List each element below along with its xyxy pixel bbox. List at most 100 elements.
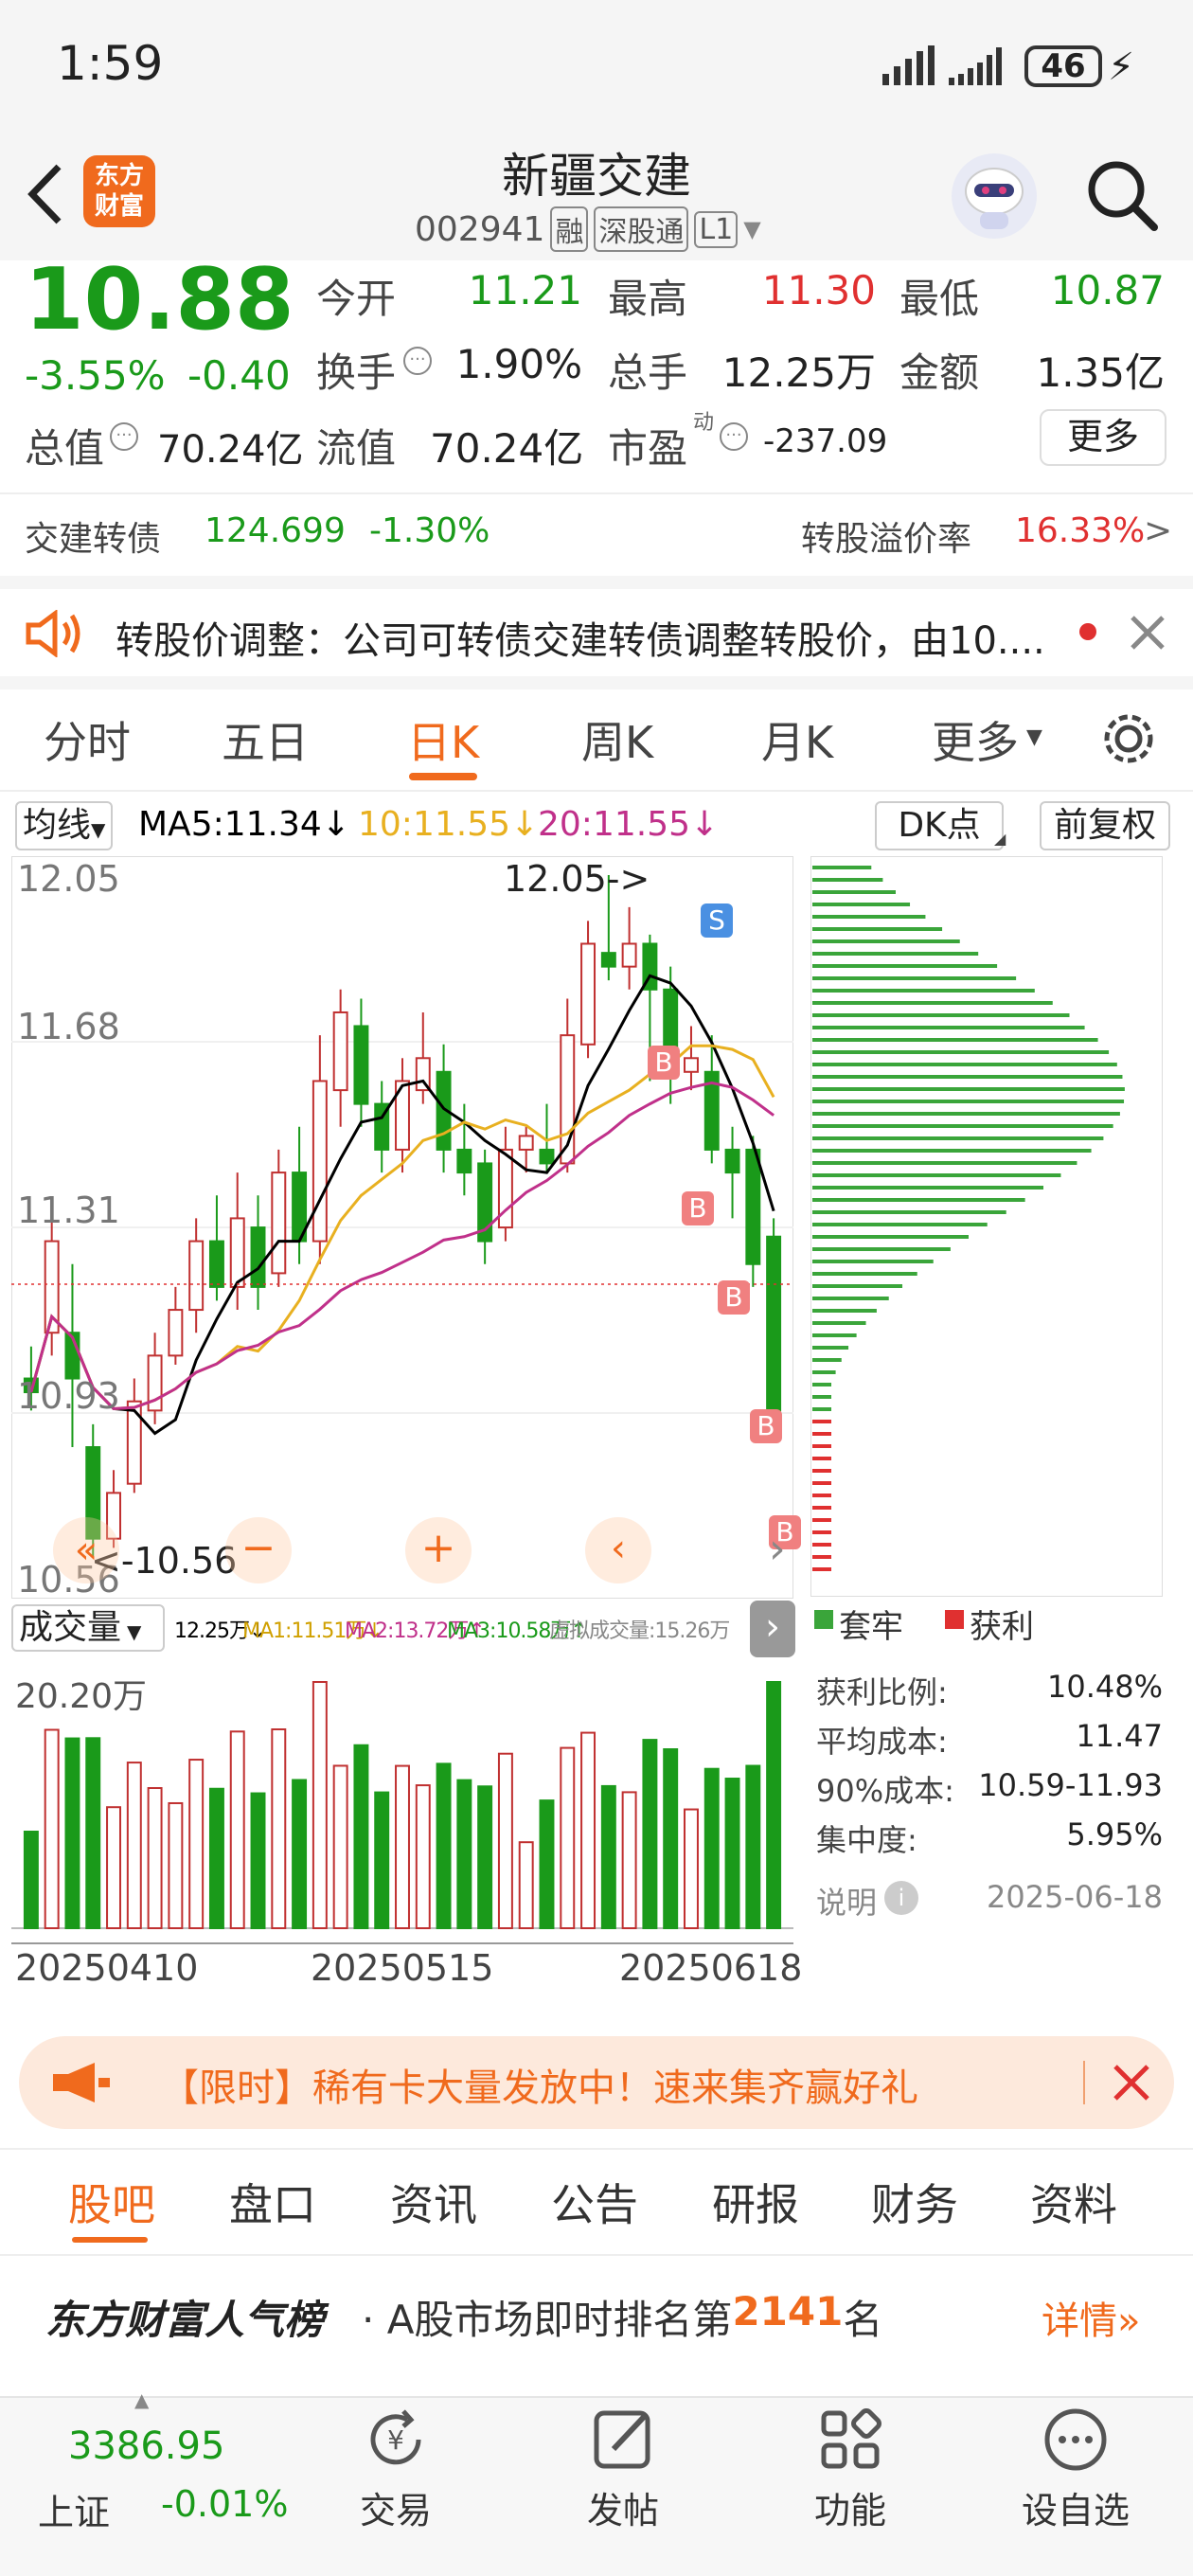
megaphone-icon bbox=[51, 2061, 112, 2104]
pe-label: 市盈 bbox=[608, 425, 688, 472]
zoom-in-button[interactable]: + bbox=[405, 1517, 472, 1583]
buy-marker[interactable]: B bbox=[648, 1046, 680, 1080]
notice-bar[interactable]: 转股价调整：公司可转债交建转债调整转股价，由10.... bbox=[0, 576, 1193, 689]
buy-marker[interactable]: B bbox=[718, 1280, 750, 1315]
volume-bar bbox=[395, 1764, 410, 1930]
volume-value: 12.25万 bbox=[721, 349, 876, 396]
chip-bar bbox=[812, 1198, 1025, 1202]
tab-profile[interactable]: 资料 bbox=[1030, 2171, 1117, 2233]
chip-bar bbox=[812, 878, 883, 882]
promo-banner[interactable]: 【限时】稀有卡大量发放中！速来集齐赢好礼 bbox=[19, 2036, 1174, 2129]
chip-bar bbox=[812, 1333, 857, 1337]
rank-prefix: · A股市场即时排名第 bbox=[362, 2297, 733, 2343]
dk-point-button[interactable]: DK点 bbox=[875, 801, 1004, 850]
chip-value: 10.48% bbox=[1046, 1669, 1163, 1705]
stock-code-row[interactable]: 002941 融 深股通 L1 ▼ bbox=[415, 206, 761, 252]
signal-icon-2 bbox=[947, 45, 1013, 87]
tab-monthly-k[interactable]: 月K bbox=[761, 708, 833, 771]
chip-bar bbox=[812, 1457, 831, 1460]
tab-more[interactable]: 更多 bbox=[932, 708, 1019, 771]
level-badge: L1 bbox=[694, 210, 739, 248]
tab-five-day[interactable]: 五日 bbox=[222, 708, 309, 771]
buy-marker[interactable]: B bbox=[682, 1191, 714, 1225]
rank-suffix: 名 bbox=[843, 2297, 883, 2343]
search-icon[interactable] bbox=[1084, 157, 1160, 233]
high-label: 最高 bbox=[608, 276, 688, 322]
chip-bar bbox=[812, 1481, 831, 1485]
tab-announcements[interactable]: 公告 bbox=[551, 2171, 638, 2233]
volume-bar bbox=[85, 1737, 101, 1929]
chip-bar bbox=[812, 1284, 903, 1288]
volume-bar bbox=[126, 1762, 142, 1930]
tab-daily-k[interactable]: 日K bbox=[407, 708, 479, 771]
trade-icon[interactable]: ¥ bbox=[362, 2406, 430, 2474]
chip-value: 10.59-11.93 bbox=[978, 1767, 1163, 1803]
more-button[interactable]: 更多 bbox=[1040, 409, 1166, 466]
tab-research[interactable]: 研报 bbox=[712, 2171, 799, 2233]
tab-forum[interactable]: 股吧 bbox=[68, 2171, 155, 2233]
info-icon[interactable]: ··· bbox=[110, 422, 138, 451]
tab-financials[interactable]: 财务 bbox=[871, 2171, 958, 2233]
chip-label: 获利比例: bbox=[816, 1674, 948, 1710]
sell-marker[interactable]: S bbox=[701, 903, 733, 938]
back-icon[interactable] bbox=[21, 161, 68, 227]
chip-bar bbox=[812, 1395, 831, 1399]
chip-bar bbox=[812, 1469, 831, 1473]
tab-order-book[interactable]: 盘口 bbox=[229, 2171, 316, 2233]
nav-customize-watchlist[interactable]: 设自选 bbox=[1009, 2481, 1142, 2533]
chip-bar bbox=[812, 1543, 831, 1547]
nav-functions[interactable]: 功能 bbox=[784, 2481, 917, 2533]
volume-bar bbox=[539, 1799, 555, 1929]
previous-button[interactable]: ‹ bbox=[585, 1517, 651, 1583]
adjust-button[interactable]: 前复权 bbox=[1040, 801, 1170, 850]
chip-bar bbox=[812, 1100, 1125, 1103]
info-icon[interactable]: ··· bbox=[720, 422, 748, 451]
candlestick-chart[interactable] bbox=[11, 856, 793, 1599]
bond-name[interactable]: 交建转债 bbox=[25, 511, 161, 561]
buy-marker[interactable]: B bbox=[750, 1409, 782, 1443]
index-value[interactable]: 3386.95 bbox=[68, 2424, 224, 2468]
tab-weekly-k[interactable]: 周K bbox=[581, 708, 653, 771]
date-label: 20250618 bbox=[619, 1947, 803, 1989]
chip-bar bbox=[812, 1444, 831, 1448]
tab-intraday[interactable]: 分时 bbox=[44, 708, 131, 771]
more-dots-icon[interactable] bbox=[1042, 2406, 1110, 2474]
gear-icon[interactable] bbox=[1100, 710, 1157, 767]
date-label: 20250515 bbox=[311, 1947, 494, 1989]
nav-post[interactable]: 发帖 bbox=[557, 2481, 689, 2533]
legend-swatch-profit bbox=[945, 1610, 964, 1629]
chip-bar bbox=[812, 1186, 1044, 1190]
indicator-select[interactable]: 均线▼ bbox=[15, 801, 114, 850]
candle bbox=[539, 1148, 555, 1165]
float-cap-label: 流值 bbox=[316, 425, 397, 472]
volume-bar bbox=[415, 1784, 431, 1929]
post-icon[interactable] bbox=[589, 2406, 657, 2474]
close-icon[interactable] bbox=[1127, 612, 1168, 653]
candle bbox=[229, 1217, 245, 1288]
tab-news[interactable]: 资讯 bbox=[390, 2171, 477, 2233]
info-icon[interactable]: ··· bbox=[403, 347, 432, 375]
app-logo[interactable]: 东方财富 bbox=[83, 155, 155, 227]
nav-trade[interactable]: 交易 bbox=[329, 2481, 462, 2533]
margin-badge: 融 bbox=[550, 206, 589, 252]
rewind-button[interactable]: « bbox=[53, 1517, 119, 1583]
apps-icon[interactable] bbox=[816, 2406, 884, 2474]
chip-note-link[interactable]: 说明 bbox=[816, 1879, 877, 1923]
rank-detail-link[interactable]: 详情» bbox=[1042, 2290, 1140, 2345]
robot-assistant-icon[interactable] bbox=[952, 153, 1037, 239]
chevron-right-icon[interactable]: > bbox=[1144, 511, 1172, 550]
volume-bar bbox=[188, 1759, 205, 1929]
chip-bar bbox=[812, 1432, 831, 1436]
expand-button[interactable]: › bbox=[750, 1601, 795, 1657]
next-button[interactable]: › bbox=[769, 1525, 807, 1582]
zoom-out-button[interactable]: − bbox=[225, 1517, 292, 1583]
status-bar: 1:59 46 ⚡ bbox=[0, 0, 1193, 133]
candle bbox=[208, 1240, 224, 1288]
candle bbox=[456, 1148, 472, 1174]
stock-code: 002941 bbox=[415, 209, 545, 249]
chip-bar bbox=[812, 1358, 842, 1362]
info-icon[interactable]: i bbox=[884, 1881, 918, 1915]
close-icon[interactable] bbox=[1112, 2063, 1151, 2102]
volume-indicator-select[interactable]: 成交量 ▼ bbox=[11, 1604, 165, 1652]
double-chevron-icon: » bbox=[1117, 2299, 1141, 2343]
